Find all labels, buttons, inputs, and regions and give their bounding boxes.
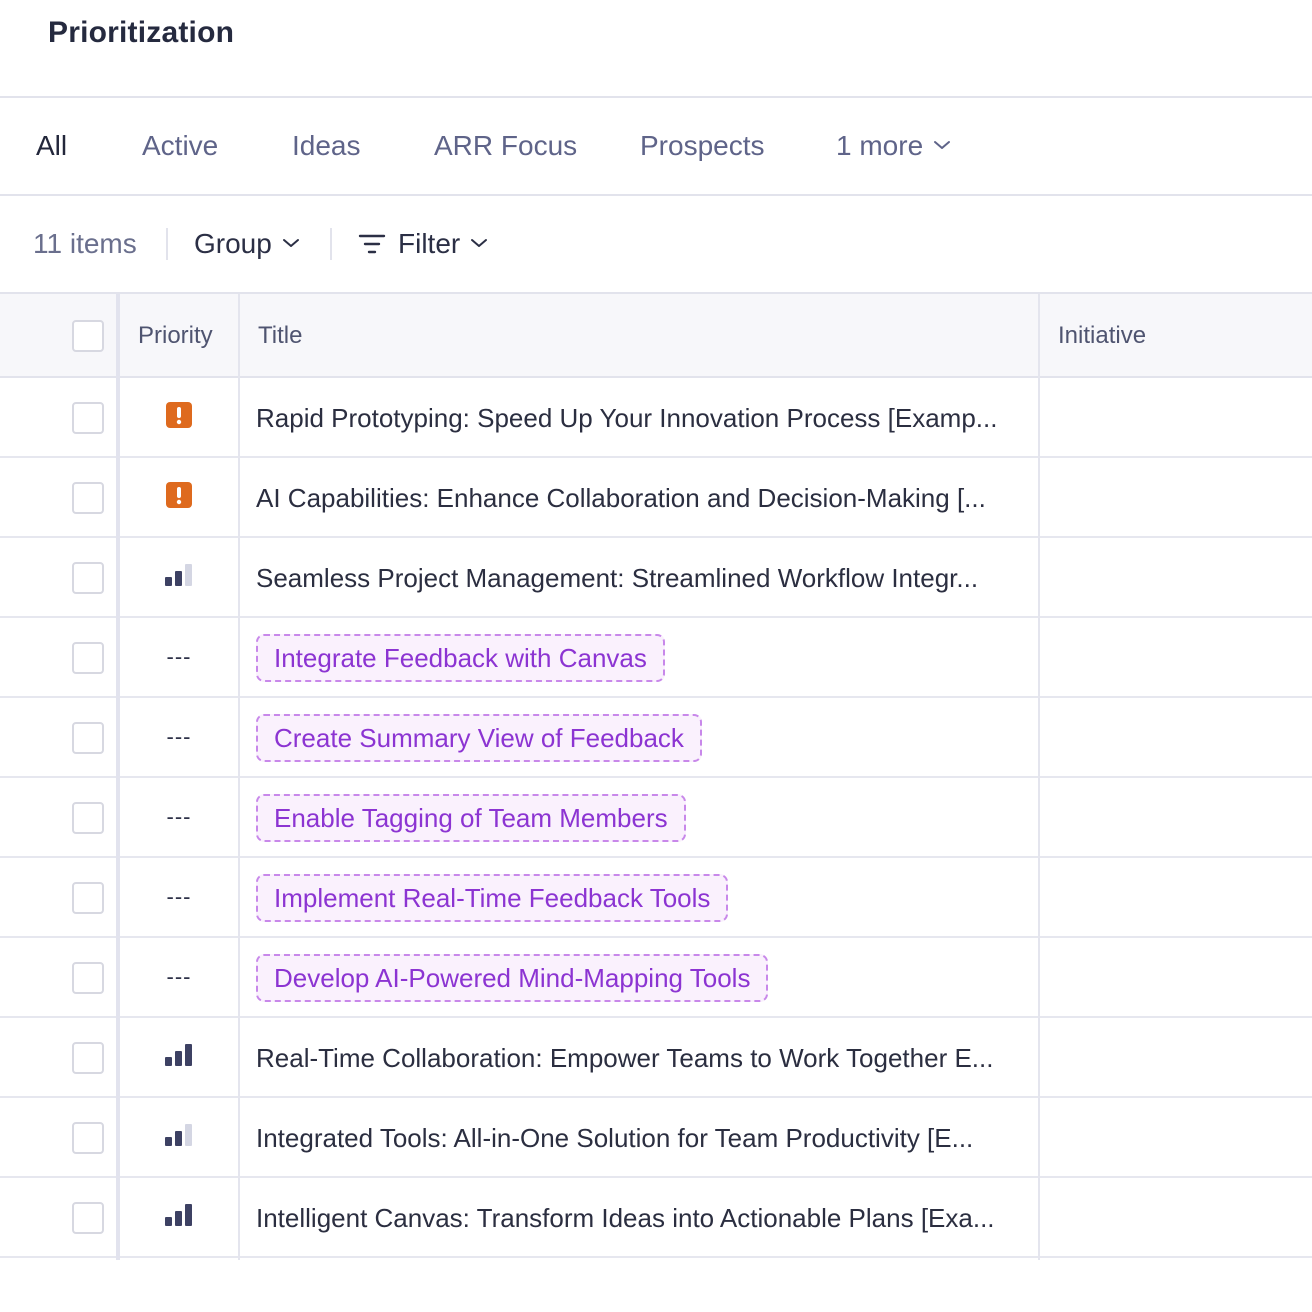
row-checkbox[interactable] (72, 882, 104, 914)
initiative-cell[interactable] (1040, 1178, 1312, 1256)
row-title[interactable]: Real-Time Collaboration: Empower Teams t… (256, 1018, 993, 1096)
row-checkbox[interactable] (72, 402, 104, 434)
priority-cell[interactable] (120, 1018, 238, 1096)
row-title[interactable]: Rapid Prototyping: Speed Up Your Innovat… (256, 378, 997, 456)
row-checkbox[interactable] (72, 1042, 104, 1074)
table-row[interactable]: --- Develop AI-Powered Mind-Mapping Tools (0, 938, 1312, 1018)
row-title[interactable]: Integrated Tools: All-in-One Solution fo… (256, 1098, 973, 1176)
table-row[interactable]: Integrated Tools: All-in-One Solution fo… (0, 1098, 1312, 1178)
toolbar: 11 items Group Filter (0, 196, 1312, 292)
row-title[interactable]: AI Capabilities: Enhance Collaboration a… (256, 458, 986, 536)
tab-more[interactable]: 1 more (836, 98, 951, 194)
column-divider (238, 294, 240, 1260)
medium-priority-bars-icon (165, 563, 193, 592)
table-row[interactable]: Seamless Project Management: Streamlined… (0, 538, 1312, 618)
initiative-cell[interactable] (1040, 378, 1312, 456)
table-header: Priority Title Initiative (0, 294, 1312, 378)
table-row[interactable]: --- Create Summary View of Feedback (0, 698, 1312, 778)
row-checkbox[interactable] (72, 1122, 104, 1154)
table-row[interactable]: AI Capabilities: Enhance Collaboration a… (0, 458, 1312, 538)
tab-all[interactable]: All (36, 98, 67, 194)
urgent-priority-icon (166, 481, 192, 513)
priority-cell[interactable] (120, 1098, 238, 1176)
row-title[interactable]: Seamless Project Management: Streamlined… (256, 538, 978, 616)
table-row[interactable]: --- Enable Tagging of Team Members (0, 778, 1312, 858)
table-row[interactable]: Rapid Prototyping: Speed Up Your Innovat… (0, 378, 1312, 458)
toolbar-separator (166, 228, 168, 260)
priority-cell[interactable] (120, 1178, 238, 1256)
chevron-down-icon (934, 140, 951, 149)
no-priority-placeholder: --- (166, 724, 192, 749)
priority-cell[interactable]: --- (120, 938, 238, 1016)
initiative-cell[interactable] (1040, 1018, 1312, 1096)
no-priority-placeholder: --- (166, 964, 192, 989)
column-header-priority[interactable]: Priority (138, 294, 213, 378)
no-priority-placeholder: --- (166, 644, 192, 669)
tab-active[interactable]: Active (142, 98, 218, 194)
view-tabs: All Active Ideas ARR Focus Prospects 1 m… (0, 98, 1312, 194)
medium-priority-bars-icon (165, 1123, 193, 1152)
urgent-priority-icon (166, 401, 192, 433)
filter-label: Filter (398, 228, 461, 259)
initiative-cell[interactable] (1040, 538, 1312, 616)
row-checkbox[interactable] (72, 962, 104, 994)
no-priority-placeholder: --- (166, 804, 192, 829)
high-priority-bars-icon (165, 1043, 193, 1072)
table-row[interactable]: --- Integrate Feedback with Canvas (0, 618, 1312, 698)
row-checkbox[interactable] (72, 642, 104, 674)
priority-cell[interactable]: --- (120, 618, 238, 696)
priority-cell[interactable]: --- (120, 858, 238, 936)
chevron-down-icon (282, 238, 299, 247)
initiative-cell[interactable] (1040, 778, 1312, 856)
column-header-initiative[interactable]: Initiative (1058, 294, 1146, 378)
idea-title-pill[interactable]: Develop AI-Powered Mind-Mapping Tools (256, 954, 769, 1002)
select-all-checkbox[interactable] (72, 320, 104, 352)
idea-title-pill[interactable]: Implement Real-Time Feedback Tools (256, 874, 729, 922)
page-title: Prioritization (48, 16, 235, 49)
row-checkbox[interactable] (72, 482, 104, 514)
initiative-cell[interactable] (1040, 618, 1312, 696)
initiative-cell[interactable] (1040, 458, 1312, 536)
initiative-cell[interactable] (1040, 698, 1312, 776)
priority-cell[interactable]: --- (120, 698, 238, 776)
group-button[interactable]: Group (194, 196, 300, 292)
tab-more-label: 1 more (836, 130, 924, 161)
row-checkbox[interactable] (72, 802, 104, 834)
initiative-cell[interactable] (1040, 1098, 1312, 1176)
item-count: 11 items (33, 228, 137, 259)
filter-button[interactable]: Filter (398, 196, 488, 292)
row-checkbox[interactable] (72, 1202, 104, 1234)
filter-lines-icon[interactable] (358, 232, 386, 256)
tab-prospects[interactable]: Prospects (640, 98, 765, 194)
group-label: Group (194, 228, 272, 259)
table-row[interactable]: Real-Time Collaboration: Empower Teams t… (0, 1018, 1312, 1098)
high-priority-bars-icon (165, 1203, 193, 1232)
tab-ideas[interactable]: Ideas (292, 98, 361, 194)
initiative-cell[interactable] (1040, 938, 1312, 1016)
tab-arr-focus[interactable]: ARR Focus (434, 98, 577, 194)
priority-cell[interactable] (120, 538, 238, 616)
priority-cell[interactable] (120, 458, 238, 536)
priority-cell[interactable]: --- (120, 778, 238, 856)
row-title[interactable]: Intelligent Canvas: Transform Ideas into… (256, 1178, 995, 1256)
priority-cell[interactable] (120, 378, 238, 456)
table-row[interactable]: Intelligent Canvas: Transform Ideas into… (0, 1178, 1312, 1258)
initiative-cell[interactable] (1040, 858, 1312, 936)
table-row[interactable]: --- Implement Real-Time Feedback Tools (0, 858, 1312, 938)
row-checkbox[interactable] (72, 562, 104, 594)
idea-title-pill[interactable]: Create Summary View of Feedback (256, 714, 702, 762)
idea-title-pill[interactable]: Integrate Feedback with Canvas (256, 634, 665, 682)
row-checkbox[interactable] (72, 722, 104, 754)
column-divider (1038, 294, 1040, 1260)
idea-title-pill[interactable]: Enable Tagging of Team Members (256, 794, 686, 842)
column-divider (116, 294, 120, 1260)
no-priority-placeholder: --- (166, 884, 192, 909)
toolbar-separator (330, 228, 332, 260)
chevron-down-icon (471, 238, 488, 247)
column-header-title[interactable]: Title (258, 294, 302, 378)
